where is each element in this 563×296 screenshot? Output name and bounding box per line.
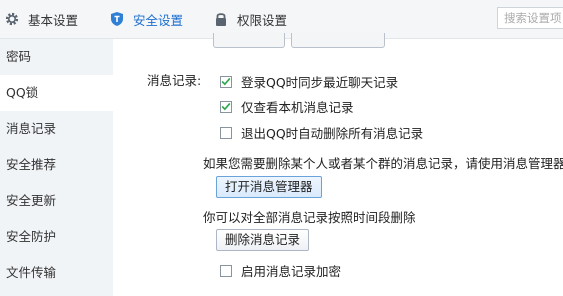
- option-auto-delete-on-exit[interactable]: 退出QQ时自动删除所有消息记录: [220, 123, 423, 142]
- option-view-local-only[interactable]: 仅查看本机消息记录: [220, 97, 354, 116]
- settings-sidebar: 密码 QQ锁 消息记录 安全推荐 安全更新 安全防护 文件传输: [0, 39, 113, 296]
- check-icon: [221, 77, 231, 86]
- checkbox-enable-encryption[interactable]: [220, 264, 232, 277]
- sidebar-item-label: 密码: [6, 49, 32, 64]
- option-label: 启用消息记录加密: [241, 264, 342, 279]
- sidebar-item-label: QQ锁: [6, 85, 39, 100]
- section-label: 消息记录:: [147, 73, 202, 88]
- option-label: 退出QQ时自动删除所有消息记录: [241, 126, 424, 141]
- option-label: 仅查看本机消息记录: [241, 100, 354, 115]
- delete-hint-text: 如果您需要删除某个人或者某个群的消息记录，请使用消息管理器: [203, 156, 563, 171]
- option-label: 登录QQ时同步最近聊天记录: [241, 75, 399, 90]
- delete-message-record-button[interactable]: 删除消息记录: [216, 229, 310, 251]
- shield-icon: [109, 11, 125, 27]
- lock-icon: [213, 11, 229, 27]
- sidebar-item-label: 安全更新: [6, 193, 57, 208]
- tab-basic-label: 基本设置: [28, 12, 79, 28]
- option-sync-recent-chat[interactable]: 登录QQ时同步最近聊天记录: [220, 72, 398, 91]
- open-message-manager-button[interactable]: 打开消息管理器: [216, 176, 322, 198]
- checkbox-sync-recent-chat[interactable]: [220, 75, 232, 88]
- checkbox-view-local-only[interactable]: [220, 100, 232, 113]
- partial-button[interactable]: [291, 33, 385, 48]
- sidebar-item-security-recommend[interactable]: 安全推荐: [0, 147, 113, 183]
- check-icon: [221, 102, 231, 111]
- sidebar-item-password[interactable]: 密码: [0, 39, 113, 75]
- tab-permission-label: 权限设置: [237, 12, 288, 28]
- tab-security-label: 安全设置: [133, 12, 184, 28]
- option-enable-encryption[interactable]: 启用消息记录加密: [220, 261, 341, 280]
- sidebar-item-label: 安全防护: [6, 229, 57, 244]
- sidebar-item-security-update[interactable]: 安全更新: [0, 183, 113, 219]
- tab-security-settings[interactable]: 安全设置: [109, 0, 183, 38]
- message-record-panel: 消息记录: 登录QQ时同步最近聊天记录 仅查看本机消息记录 退出QQ时自动删除所…: [113, 33, 563, 296]
- sidebar-item-message-record[interactable]: 消息记录: [0, 111, 113, 147]
- search-input[interactable]: [497, 7, 563, 29]
- sidebar-item-label: 文件传输: [6, 265, 57, 280]
- sidebar-item-label: 安全推荐: [6, 157, 57, 172]
- time-delete-hint-text: 你可以对全部消息记录按照时间段删除: [203, 210, 416, 225]
- tab-basic-settings[interactable]: 基本设置: [4, 0, 78, 38]
- gear-icon: [4, 11, 20, 27]
- sidebar-item-security-protection[interactable]: 安全防护: [0, 219, 113, 255]
- sidebar-item-qq-lock[interactable]: QQ锁: [0, 75, 113, 111]
- sidebar-item-file-transfer[interactable]: 文件传输: [0, 255, 113, 291]
- checkbox-auto-delete-on-exit[interactable]: [220, 126, 232, 139]
- sidebar-item-label: 消息记录: [6, 121, 57, 136]
- partial-button[interactable]: [213, 33, 285, 48]
